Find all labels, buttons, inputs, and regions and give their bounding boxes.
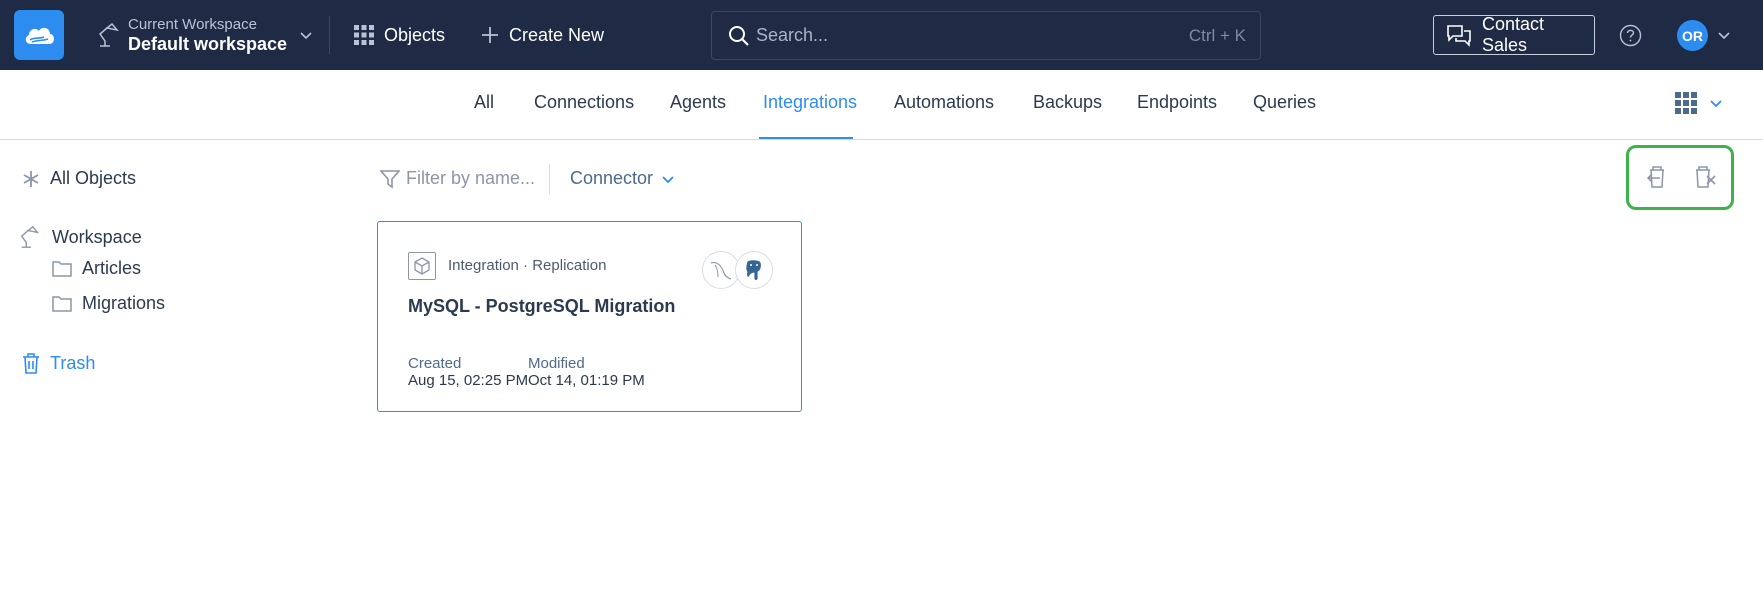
workspace-switcher[interactable]: Current Workspace Default workspace xyxy=(96,14,313,56)
chevron-down-icon xyxy=(662,175,674,183)
folder-icon xyxy=(52,296,72,312)
app-logo[interactable] xyxy=(14,10,64,60)
chevron-down-icon xyxy=(300,32,312,40)
integration-card[interactable]: Integration · Replication MySQL - Postgr… xyxy=(377,221,802,412)
connector-dropdown[interactable]: Connector xyxy=(570,168,675,189)
filter-by-name-input[interactable]: Filter by name... xyxy=(380,168,535,189)
contact-sales-button[interactable]: Contact Sales xyxy=(1433,14,1595,55)
asterisk-icon xyxy=(23,170,39,187)
integration-title: MySQL - PostgreSQL Migration xyxy=(408,296,676,316)
tab-queries[interactable]: Queries xyxy=(1253,92,1316,113)
tab-endpoints[interactable]: Endpoints xyxy=(1137,92,1217,113)
search-input[interactable] xyxy=(756,25,1189,46)
global-search[interactable]: Ctrl + K xyxy=(711,11,1261,60)
workspace-name: Default workspace xyxy=(128,34,288,54)
cloud-logo-icon xyxy=(25,27,54,44)
sidebar-item-label: Workspace xyxy=(52,226,142,247)
sidebar-folder-articles[interactable]: Articles xyxy=(52,258,141,279)
sidebar-item-label: Migrations xyxy=(82,293,166,313)
object-type-tabs: All Connections Agents Integrations Auto… xyxy=(0,70,1763,140)
tab-agents[interactable]: Agents xyxy=(670,92,726,113)
objects-button[interactable]: Objects xyxy=(354,20,445,50)
search-shortcut: Ctrl + K xyxy=(1188,25,1246,45)
filter-divider xyxy=(549,164,550,194)
sidebar-item-label: Articles xyxy=(82,258,142,278)
connector-badges xyxy=(702,251,774,289)
filter-placeholder: Filter by name... xyxy=(406,168,536,188)
create-new-label: Create New xyxy=(509,24,605,45)
desk-lamp-icon xyxy=(98,22,119,47)
desk-lamp-icon xyxy=(20,225,40,248)
modified-value: Oct 14, 01:19 PM xyxy=(528,372,645,389)
tab-integrations[interactable]: Integrations xyxy=(763,92,857,113)
sidebar-item-workspace[interactable]: Workspace xyxy=(18,225,142,249)
view-grid-icon[interactable] xyxy=(1675,92,1697,114)
connector-label: Connector xyxy=(570,168,654,188)
workspace-label: Current Workspace xyxy=(128,16,257,33)
plus-icon xyxy=(482,27,498,43)
active-tab-indicator xyxy=(759,137,853,139)
sidebar-item-label: All Objects xyxy=(50,168,137,188)
created-value: Aug 15, 02:25 PM xyxy=(408,372,529,389)
sidebar-item-label: Trash xyxy=(50,353,96,373)
tab-connections[interactable]: Connections xyxy=(534,92,634,113)
sidebar-item-all-objects[interactable]: All Objects xyxy=(22,168,136,189)
create-new-button[interactable]: Create New xyxy=(481,20,604,50)
restore-icon[interactable] xyxy=(1645,165,1669,189)
user-avatar[interactable]: OR xyxy=(1677,20,1708,51)
sidebar-item-trash[interactable]: Trash xyxy=(22,353,95,374)
created-label: Created xyxy=(408,355,462,372)
chevron-down-icon[interactable] xyxy=(1709,96,1723,110)
chat-icon xyxy=(1447,25,1471,47)
folder-icon xyxy=(52,261,72,277)
delete-permanently-icon[interactable] xyxy=(1693,165,1717,189)
trash-icon xyxy=(23,353,39,374)
header-divider xyxy=(329,16,330,54)
search-icon xyxy=(729,25,749,46)
integration-type-icon xyxy=(408,252,436,280)
sidebar-folder-migrations[interactable]: Migrations xyxy=(52,293,165,314)
chevron-down-icon[interactable] xyxy=(1717,28,1731,42)
filter-icon xyxy=(380,169,400,189)
help-icon[interactable] xyxy=(1619,24,1642,47)
cube-icon xyxy=(414,257,430,275)
tab-all[interactable]: All xyxy=(474,92,494,113)
highlighted-actions-group xyxy=(1626,145,1734,210)
tab-backups[interactable]: Backups xyxy=(1033,92,1102,113)
grid-icon xyxy=(354,25,374,45)
objects-label: Objects xyxy=(384,24,446,45)
postgresql-icon xyxy=(735,251,773,289)
top-bar: Current Workspace Default workspace Obje… xyxy=(0,0,1763,70)
modified-label: Modified xyxy=(528,355,585,372)
integration-type: Integration · Replication xyxy=(448,257,607,274)
contact-sales-label: Contact Sales xyxy=(1481,14,1545,55)
tab-automations[interactable]: Automations xyxy=(894,92,994,113)
